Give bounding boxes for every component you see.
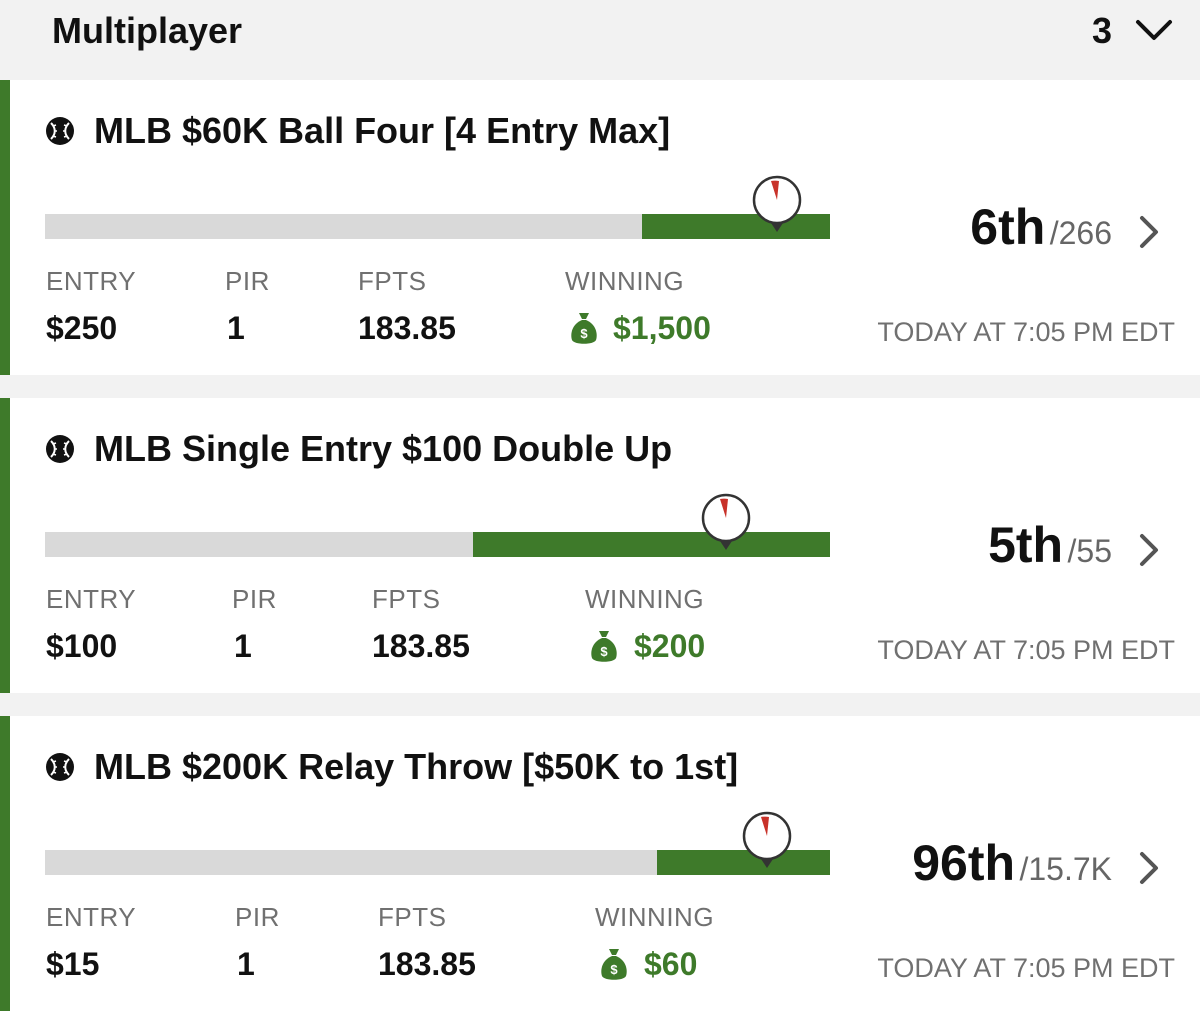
pir-value: 1 bbox=[227, 310, 245, 346]
rank-total: /15.7K bbox=[1019, 851, 1112, 887]
money-bag-icon: $ bbox=[601, 949, 627, 980]
chevron-right-icon[interactable] bbox=[1136, 532, 1162, 568]
timer-icon bbox=[701, 493, 750, 550]
progress-fill bbox=[473, 532, 830, 557]
entry-label: ENTRY bbox=[46, 902, 137, 932]
baseball-icon bbox=[46, 117, 74, 145]
entry-fee-value: $15 bbox=[46, 946, 100, 982]
rank-total: /55 bbox=[1067, 533, 1112, 569]
timer-icon bbox=[743, 811, 792, 868]
svg-text:$: $ bbox=[610, 962, 618, 977]
fpts-label: FPTS bbox=[378, 902, 447, 932]
contest-count: 3 bbox=[1091, 10, 1112, 51]
rank-value: 96th bbox=[912, 835, 1016, 891]
section-header[interactable]: Multiplayer 3 bbox=[0, 0, 1200, 80]
chevron-right-icon[interactable] bbox=[1136, 850, 1162, 886]
contest-card[interactable]: MLB $60K Ball Four [4 Entry Max] 6th /26… bbox=[0, 80, 1200, 375]
baseball-icon bbox=[46, 435, 74, 463]
rank-value: 5th bbox=[988, 517, 1064, 573]
rank-display[interactable]: 5th /55 bbox=[988, 516, 1112, 574]
live-accent-bar bbox=[0, 80, 10, 375]
progress-bar bbox=[45, 850, 830, 875]
rank-display[interactable]: 6th /266 bbox=[970, 198, 1112, 256]
fpts-value: 183.85 bbox=[358, 310, 456, 346]
pir-label: PIR bbox=[235, 902, 280, 932]
pir-label: PIR bbox=[232, 584, 277, 614]
progress-bar bbox=[45, 214, 830, 239]
entry-fee-value: $100 bbox=[46, 628, 118, 664]
start-time: TODAY AT 7:05 PM EDT bbox=[877, 635, 1175, 665]
baseball-icon bbox=[46, 753, 74, 781]
money-bag-icon: $ bbox=[591, 631, 617, 662]
live-accent-bar bbox=[0, 398, 10, 693]
winning-value: $60 bbox=[644, 946, 698, 982]
winning-value: $1,500 bbox=[613, 310, 711, 346]
entry-label: ENTRY bbox=[46, 584, 137, 614]
contest-title[interactable]: MLB $200K Relay Throw [$50K to 1st] bbox=[94, 746, 738, 788]
fpts-label: FPTS bbox=[358, 266, 427, 296]
fpts-value: 183.85 bbox=[372, 628, 470, 664]
rank-display[interactable]: 96th /15.7K bbox=[912, 834, 1112, 892]
chevron-right-icon[interactable] bbox=[1136, 214, 1162, 250]
winning-label: WINNING bbox=[585, 584, 705, 614]
pir-label: PIR bbox=[225, 266, 270, 296]
winning-label: WINNING bbox=[565, 266, 685, 296]
svg-text:$: $ bbox=[580, 326, 588, 341]
rank-total: /266 bbox=[1049, 215, 1112, 251]
entry-fee-value: $250 bbox=[46, 310, 118, 346]
rank-value: 6th bbox=[970, 199, 1046, 255]
live-accent-bar bbox=[0, 716, 10, 1011]
contest-title[interactable]: MLB $60K Ball Four [4 Entry Max] bbox=[94, 110, 670, 152]
fpts-value: 183.85 bbox=[378, 946, 476, 982]
svg-text:$: $ bbox=[600, 644, 608, 659]
contest-card[interactable]: MLB $200K Relay Throw [$50K to 1st] 96th… bbox=[0, 716, 1200, 1011]
contest-card[interactable]: MLB Single Entry $100 Double Up 5th /55 … bbox=[0, 398, 1200, 693]
winning-label: WINNING bbox=[595, 902, 715, 932]
fpts-label: FPTS bbox=[372, 584, 441, 614]
start-time: TODAY AT 7:05 PM EDT bbox=[877, 317, 1175, 347]
money-bag-icon: $ bbox=[571, 313, 597, 344]
pir-value: 1 bbox=[234, 628, 252, 664]
entry-label: ENTRY bbox=[46, 266, 137, 296]
pir-value: 1 bbox=[237, 946, 255, 982]
winning-value: $200 bbox=[634, 628, 706, 664]
chevron-down-icon[interactable] bbox=[1134, 16, 1174, 46]
section-title: Multiplayer bbox=[52, 10, 243, 51]
timer-icon bbox=[753, 175, 802, 232]
start-time: TODAY AT 7:05 PM EDT bbox=[877, 953, 1175, 983]
contest-title[interactable]: MLB Single Entry $100 Double Up bbox=[94, 428, 672, 470]
